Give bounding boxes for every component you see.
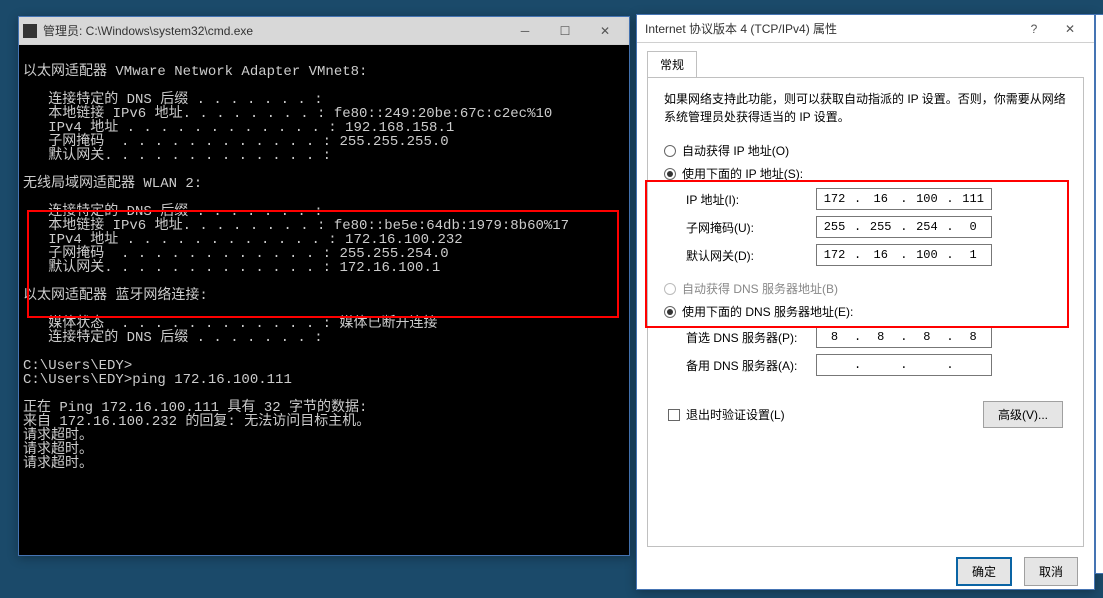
ip-input[interactable]: 172. 16. 100. 111	[816, 188, 992, 210]
cmd-line: 以太网适配器 蓝牙网络连接:	[23, 288, 208, 304]
ipv4-properties-window: Internet 协议版本 4 (TCP/IPv4) 属性 ? ✕ 常规 如果网…	[636, 14, 1095, 590]
footer-buttons: 确定 取消	[637, 547, 1094, 598]
tab-general[interactable]: 常规	[647, 51, 697, 77]
cmd-line: 请求超时。	[23, 456, 93, 472]
advanced-button[interactable]: 高级(V)...	[983, 401, 1063, 428]
close-button[interactable]: ✕	[1050, 15, 1090, 43]
cmd-line: 无线局域网适配器 WLAN 2:	[23, 176, 202, 192]
cmd-line: 默认网关. . . . . . . . . . . . . :	[23, 148, 331, 164]
lbl-dns2: 备用 DNS 服务器(A):	[686, 357, 816, 374]
checkbox-label: 退出时验证设置(L)	[686, 406, 785, 423]
lbl-gw: 默认网关(D):	[686, 247, 816, 264]
radio-use-ip[interactable]: 使用下面的 IP 地址(S):	[664, 165, 1067, 182]
lbl-ip: IP 地址(I):	[686, 191, 816, 208]
cmd-window: 管理员: C:\Windows\system32\cmd.exe ─ ☐ ✕ 以…	[18, 16, 630, 556]
maximize-button[interactable]: ☐	[545, 17, 585, 45]
dns1-input[interactable]: 8. 8. 8. 8	[816, 326, 992, 348]
radio-icon	[664, 306, 676, 318]
lbl-dns1: 首选 DNS 服务器(P):	[686, 329, 816, 346]
radio-label: 自动获得 IP 地址(O)	[682, 142, 789, 159]
dns2-input[interactable]: . . .	[816, 354, 992, 376]
lbl-mask: 子网掩码(U):	[686, 219, 816, 236]
cmd-icon	[23, 24, 37, 38]
gw-input[interactable]: 172. 16. 100. 1	[816, 244, 992, 266]
cancel-button[interactable]: 取消	[1024, 557, 1078, 586]
tab-strip: 常规	[637, 43, 1094, 77]
ok-button[interactable]: 确定	[956, 557, 1012, 586]
radio-icon	[664, 145, 676, 157]
checkbox-icon	[668, 409, 680, 421]
props-title: Internet 协议版本 4 (TCP/IPv4) 属性	[641, 20, 1018, 37]
cmd-titlebar[interactable]: 管理员: C:\Windows\system32\cmd.exe ─ ☐ ✕	[19, 17, 629, 45]
cmd-prompt: C:\Users\EDY>ping 172.16.100.111	[23, 372, 292, 388]
validate-checkbox[interactable]: 退出时验证设置(L)	[668, 406, 785, 423]
props-titlebar[interactable]: Internet 协议版本 4 (TCP/IPv4) 属性 ? ✕	[637, 15, 1094, 43]
close-button[interactable]: ✕	[585, 17, 625, 45]
cmd-body[interactable]: 以太网适配器 VMware Network Adapter VMnet8: 连接…	[19, 45, 629, 555]
radio-auto-dns: 自动获得 DNS 服务器地址(B)	[664, 280, 1067, 297]
mask-input[interactable]: 255. 255. 254. 0	[816, 216, 992, 238]
radio-icon	[664, 168, 676, 180]
help-question-icon[interactable]: ?	[1018, 15, 1050, 43]
radio-label: 使用下面的 DNS 服务器地址(E):	[682, 303, 853, 320]
cmd-title: 管理员: C:\Windows\system32\cmd.exe	[43, 22, 505, 39]
radio-use-dns[interactable]: 使用下面的 DNS 服务器地址(E):	[664, 303, 1067, 320]
radio-auto-ip[interactable]: 自动获得 IP 地址(O)	[664, 142, 1067, 159]
radio-label: 自动获得 DNS 服务器地址(B)	[682, 280, 838, 297]
partial-window-right	[1095, 14, 1103, 574]
radio-label: 使用下面的 IP 地址(S):	[682, 165, 803, 182]
cmd-line: 以太网适配器 VMware Network Adapter VMnet8:	[23, 64, 367, 80]
cmd-line: 默认网关. . . . . . . . . . . . . : 172.16.1…	[23, 260, 440, 276]
intro-text: 如果网络支持此功能，则可以获取自动指派的 IP 设置。否则，你需要从网络系统管理…	[664, 90, 1067, 126]
minimize-button[interactable]: ─	[505, 17, 545, 45]
cmd-line: 连接特定的 DNS 后缀 . . . . . . . :	[23, 330, 323, 346]
tab-content: 如果网络支持此功能，则可以获取自动指派的 IP 设置。否则，你需要从网络系统管理…	[647, 77, 1084, 547]
radio-icon	[664, 283, 676, 295]
